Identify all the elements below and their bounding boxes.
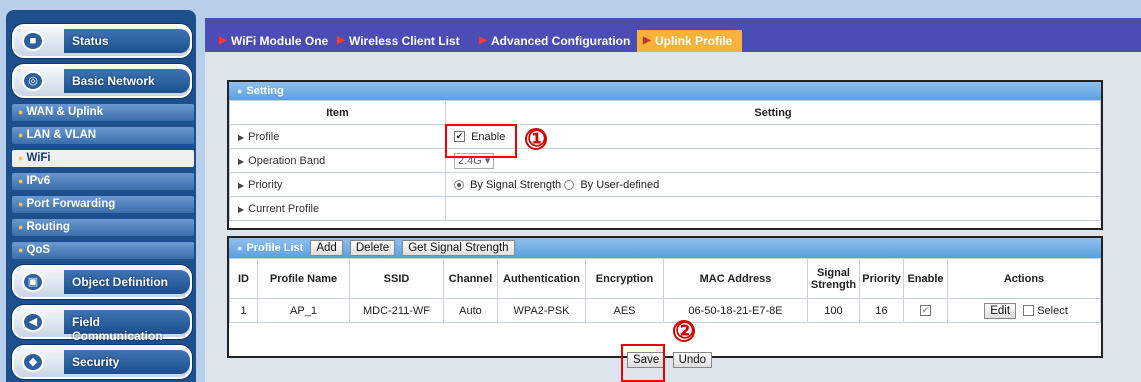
column-header: ID [229,258,258,299]
select-checkbox[interactable] [1023,305,1035,316]
sidebar-item-wan-uplink[interactable]: ● WAN & Uplink [12,104,194,121]
add-button[interactable]: Add [310,240,343,257]
current-profile-value [445,196,1101,221]
get-signal-strength-button[interactable]: Get Signal Strength [402,240,515,257]
sidebar-item-ipv6[interactable]: ● IPv6 [12,173,194,190]
sidebar-item-label: Status [72,34,109,48]
tab-uplink-profile[interactable]: ▶ Uplink Profile [637,30,743,52]
tab-advanced-configuration[interactable]: ▶ Advanced Configuration [477,30,630,52]
column-header: SSID [349,258,444,299]
arrow-icon: ▶ [238,180,245,190]
column-header: Profile Name [257,258,350,299]
sidebar-item-port-forwarding[interactable]: ● Port Forwarding [12,196,194,213]
sidebar-item-qos[interactable]: ● QoS [12,242,194,259]
main-content: ▶ WiFi Module One ▶ Wireless Client List ▶… [205,18,1141,382]
sidebar-item-wifi[interactable]: ● WiFi [12,150,194,167]
sidebar-item-object-definition[interactable]: ▣ Object Definition [12,265,192,299]
row-label: ▶ Priority [229,172,446,197]
shield-icon: ◆ [22,352,44,372]
column-header: Item [229,100,446,125]
table-row: 1 AP_1 MDC-211-WF Auto WPA2-PSK AES 06-5… [229,298,1101,323]
tab-wifi-module-one[interactable]: ▶ WiFi Module One [217,30,328,52]
sidebar-item-label: Object Definition [72,275,168,289]
column-header: Enable [903,258,948,299]
chart-icon: ■ [22,31,44,51]
sidebar-item-routing[interactable]: ● Routing [12,219,194,236]
bullet-icon: ● [237,86,243,96]
tab-wireless-client-list[interactable]: ▶ Wireless Client List [335,30,460,52]
row-enable-checkbox[interactable]: ✔ [920,305,931,317]
setting-table: Item Setting ▶ Profile ✔ Enable ▶ Operatio… [229,100,1101,221]
sidebar-item-label: Basic Network [72,74,155,88]
arrow-icon: ▶ [337,35,345,46]
arrow-icon: ▶ [219,35,227,46]
bullet-icon: ● [18,130,24,140]
app-frame: ■ Status ◎ Basic Network ● WAN & Uplink ●… [0,0,1141,382]
column-header: Encryption [585,258,664,299]
sidebar: ■ Status ◎ Basic Network ● WAN & Uplink ●… [6,10,196,382]
column-header: Setting [445,100,1101,125]
bullet-icon: ● [18,222,24,232]
arrow-icon: ▶ [238,204,245,214]
setting-header: ● Setting [229,82,1101,100]
undo-button[interactable]: Undo [672,352,713,368]
profile-list-header: ● Profile List Add Delete Get Signal Stre… [229,238,1101,258]
sidebar-item-label: Field Communication [72,315,163,343]
sidebar-item-lan-vlan[interactable]: ● LAN & VLAN [12,127,194,144]
sidebar-item-status[interactable]: ■ Status [12,24,192,58]
column-header: Priority [859,258,904,299]
sidebar-item-security[interactable]: ◆ Security [12,345,192,379]
sidebar-item-basic-network[interactable]: ◎ Basic Network [12,64,192,98]
profile-list-panel: ● Profile List Add Delete Get Signal Stre… [227,236,1103,358]
column-header: Authentication [497,258,586,299]
row-label: ▶ Current Profile [229,196,446,221]
bullet-icon: ● [18,199,24,209]
arrow-icon: ▶ [643,35,651,46]
callout-2: ② [673,318,695,343]
row-label: ▶ Profile [229,124,446,149]
setting-panel: ● Setting Item Setting ▶ Profile ✔ Enable … [227,80,1103,230]
column-header: Channel [443,258,498,299]
edit-button[interactable]: Edit [984,302,1017,319]
delete-button[interactable]: Delete [349,240,396,257]
sidebar-item-field-communication[interactable]: ◀ Field Communication [12,305,192,343]
object-icon: ▣ [22,272,44,292]
bullet-icon: ● [18,153,24,163]
highlight-box [445,124,517,158]
bullet-icon: ● [18,176,24,186]
bullet-icon: ● [18,107,24,117]
column-header: MAC Address [663,258,808,299]
arrow-icon: ▶ [238,156,245,166]
field-icon: ◀ [22,312,44,332]
bullet-icon: ● [237,243,243,253]
priority-signal-radio[interactable] [454,179,464,190]
network-icon: ◎ [22,71,44,91]
arrow-icon: ▶ [479,35,487,46]
profile-table: ID Profile Name SSID Channel Authenticat… [229,258,1101,323]
callout-1: ① [525,126,547,151]
arrow-icon: ▶ [238,132,245,142]
column-header: Actions [947,258,1101,299]
row-label: ▶ Operation Band [229,148,446,173]
bullet-icon: ● [18,245,24,255]
priority-user-radio[interactable] [564,179,575,190]
tab-bar: ▶ WiFi Module One ▶ Wireless Client List ▶… [205,18,1141,52]
highlight-box [621,344,665,382]
sidebar-item-label: Security [72,355,120,369]
column-header: Signal Strength [807,258,860,299]
